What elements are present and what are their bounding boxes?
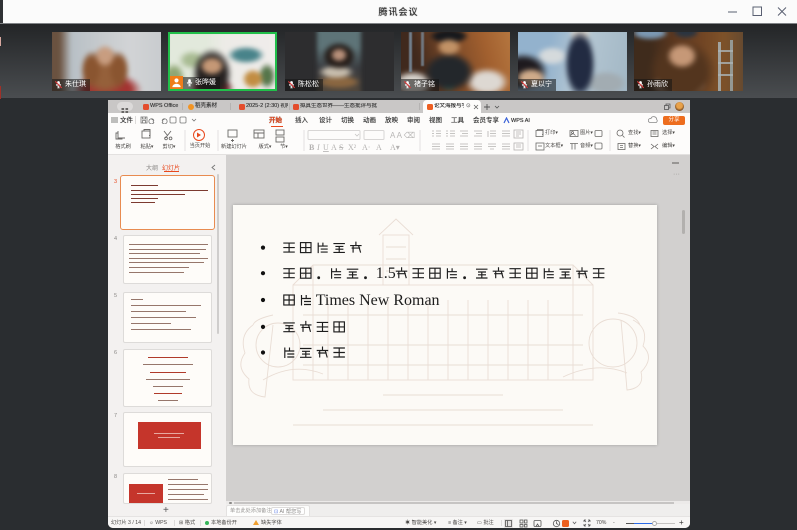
svg-text:A▾: A▾ <box>390 143 400 152</box>
svg-text:X²: X² <box>348 143 357 152</box>
svg-text:S: S <box>339 143 343 152</box>
svg-text:A: A <box>376 143 382 152</box>
svg-text:A A ⌫: A A ⌫ <box>390 131 415 140</box>
svg-text:U: U <box>323 143 329 152</box>
svg-text:I: I <box>316 143 320 152</box>
svg-text:B: B <box>309 143 315 152</box>
svg-text:A·: A· <box>362 143 370 152</box>
svg-text:Times New Roman: Times New Roman <box>316 292 440 309</box>
svg-text:1.5: 1.5 <box>376 265 396 282</box>
svg-text:A: A <box>331 143 337 152</box>
